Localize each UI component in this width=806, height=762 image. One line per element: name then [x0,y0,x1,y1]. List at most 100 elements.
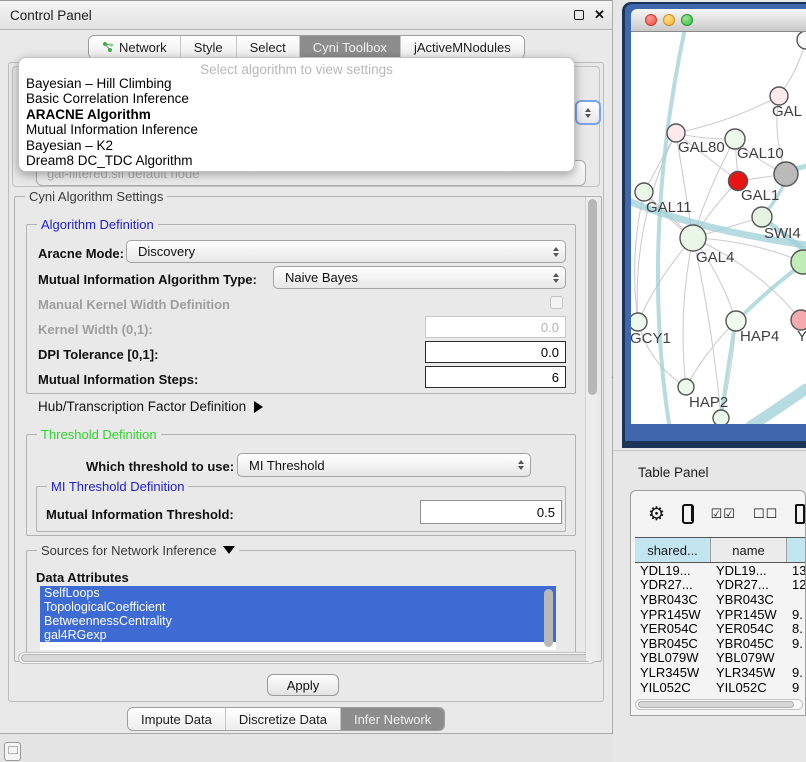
collapse-down-icon [223,546,235,554]
attribute-list-item[interactable]: SelfLoops [40,586,556,600]
network-node[interactable] [713,410,729,424]
table-row[interactable]: YER054CYER054C8. [635,621,806,636]
columns-icon[interactable] [682,504,694,524]
table-cell: YDR27... [635,577,711,592]
table-cell: 13 [787,563,806,578]
network-node-hap2[interactable] [678,379,694,395]
tab-discretize-data[interactable]: Discretize Data [226,708,341,730]
network-node[interactable] [797,32,806,49]
popup-item[interactable]: Dream8 DC_TDC Algorithm [19,153,574,168]
bottom-tabbar: Impute DataDiscretize Data Infer Network [127,707,445,731]
network-node-y[interactable] [791,310,806,330]
node-label: GCY1 [631,330,671,347]
attribute-list-item[interactable]: TopologicalCoefficient [40,600,556,614]
mi-algorithm-type-select[interactable]: Naive Bayes [273,266,566,289]
settings-vertical-scrollbar[interactable] [585,197,597,661]
mi-steps-field[interactable]: 6 [425,366,566,388]
export-table-icon[interactable] [795,504,805,524]
table-row[interactable]: YDL19...YDL19...13 [635,563,806,578]
manual-kernel-width-checkbox[interactable] [550,296,563,309]
inference-algorithm-combo-fragment[interactable] [575,100,601,125]
combo-spinner-icon [579,108,597,118]
tab-cyni-toolbox[interactable]: Cyni Toolbox [300,36,401,58]
kernel-width-field[interactable]: 0.0 [425,316,566,338]
network-node-gcy1[interactable] [631,313,647,331]
node-label: SWI4 [764,225,801,242]
popup-item[interactable]: Basic Correlation Inference [19,91,574,106]
tab-infer-network[interactable]: Infer Network [341,708,444,730]
tab-impute-data[interactable]: Impute Data [128,708,226,730]
table-row[interactable]: YDR27...YDR27...12 [635,578,806,593]
scrollbar-thumb[interactable] [21,654,591,662]
node-label: HAP2 [689,394,728,411]
popup-item[interactable]: ARACNE Algorithm [19,107,574,122]
table-row[interactable]: YBR045CYBR045C9. [635,636,806,651]
table-toolbar: ⚙ ☑☑ ☐☐ [631,491,805,537]
table-cell: YIL052C [635,680,711,695]
network-view-canvas[interactable]: GALGAL80GAL10GAL1GAL11SWI4GAL4GCY1HAP4YH… [631,32,806,424]
data-attributes-list[interactable]: SelfLoopsTopologicalCoefficientBetweenne… [40,586,556,650]
table-row[interactable]: YIL052CYIL052C9 [635,680,806,695]
deselect-all-icon[interactable]: ☐☐ [753,506,778,522]
node-label: HAP4 [740,328,779,345]
kernel-width-label: Kernel Width (0,1): [38,322,153,337]
tab-style[interactable]: Style [181,36,237,58]
which-threshold-value: MI Threshold [249,458,325,473]
scrollbar-thumb[interactable] [638,701,794,708]
gear-icon[interactable]: ⚙ [648,505,665,524]
dpi-tolerance-field[interactable]: 0.0 [425,341,566,363]
node-table[interactable]: shared...nameAYDL19...YDL19...13YDR27...… [635,537,806,694]
hub-definition-expander[interactable]: Hub/Transcription Factor Definition [38,399,263,414]
control-panel-titlebar[interactable]: Control Panel ✕ [0,0,612,30]
tab-network[interactable]: Network [89,36,181,58]
node-label: Y [797,328,806,345]
algorithm-dropdown-popup: Select algorithm to view settings Bayesi… [18,57,575,172]
aracne-mode-select[interactable]: Discovery [126,240,566,263]
column-header-shared[interactable]: shared... [635,538,711,562]
which-threshold-select[interactable]: MI Threshold [237,453,531,477]
table-cell: YDR27... [711,577,787,592]
attributes-vertical-scrollbar[interactable] [544,589,553,647]
select-all-icon[interactable]: ☑☑ [711,506,736,522]
table-horizontal-scrollbar[interactable] [635,699,803,710]
network-node-swi4[interactable] [752,207,772,227]
attributes-horizontal-scrollbar[interactable] [18,652,596,664]
mi-threshold-field[interactable]: 0.5 [420,500,562,524]
attribute-list-item[interactable]: gal4RGexp [40,628,556,642]
popup-item[interactable]: Bayesian – K2 [19,138,574,153]
table-row[interactable]: YPR145WYPR145W9. [635,607,806,622]
float-window-icon[interactable] [574,10,584,20]
zoom-traffic-light-icon[interactable] [681,14,693,26]
close-traffic-light-icon[interactable] [645,14,657,26]
network-node-gal4[interactable] [680,225,706,251]
network-node[interactable] [774,162,798,186]
threshold-definition-title: Threshold Definition [37,427,161,442]
dpi-tolerance-value: 0.0 [541,345,559,360]
attribute-list-item[interactable]: BetweennessCentrality [40,614,556,628]
table-cell: YLR345W [635,665,711,680]
tab-label: Infer Network [354,712,431,727]
table-row[interactable]: YLR345WYLR345W9. [635,665,806,680]
close-icon[interactable]: ✕ [594,9,605,21]
table-cell: YBL079W [635,650,711,665]
popup-item[interactable]: Bayesian – Hill Climbing [19,76,574,91]
scrollbar-thumb[interactable] [588,199,597,395]
sources-group-title[interactable]: Sources for Network Inference [37,543,239,558]
minimize-traffic-light-icon[interactable] [663,14,675,26]
tab-label: Network [119,40,167,55]
table-row[interactable]: YBR043CYBR043C [635,592,806,607]
data-attributes-label: Data Attributes [36,570,129,585]
table-row[interactable]: YBL079WYBL079W [635,651,806,666]
docked-panel-icon[interactable] [4,742,21,761]
apply-button[interactable]: Apply [267,674,339,696]
column-header-name[interactable]: name [711,538,787,562]
column-header-a[interactable]: A [787,538,806,562]
popup-placeholder: Select algorithm to view settings [19,58,574,76]
popup-item[interactable]: Mutual Information Inference [19,122,574,137]
settings-group-title: Cyni Algorithm Settings [25,189,167,204]
tab-select[interactable]: Select [237,36,300,58]
network-window-titlebar[interactable] [631,9,806,32]
table-cell: YBR045C [635,636,711,651]
tab-jactivemnodules[interactable]: jActiveMNodules [401,36,524,58]
table-cell: 12 [787,577,806,592]
